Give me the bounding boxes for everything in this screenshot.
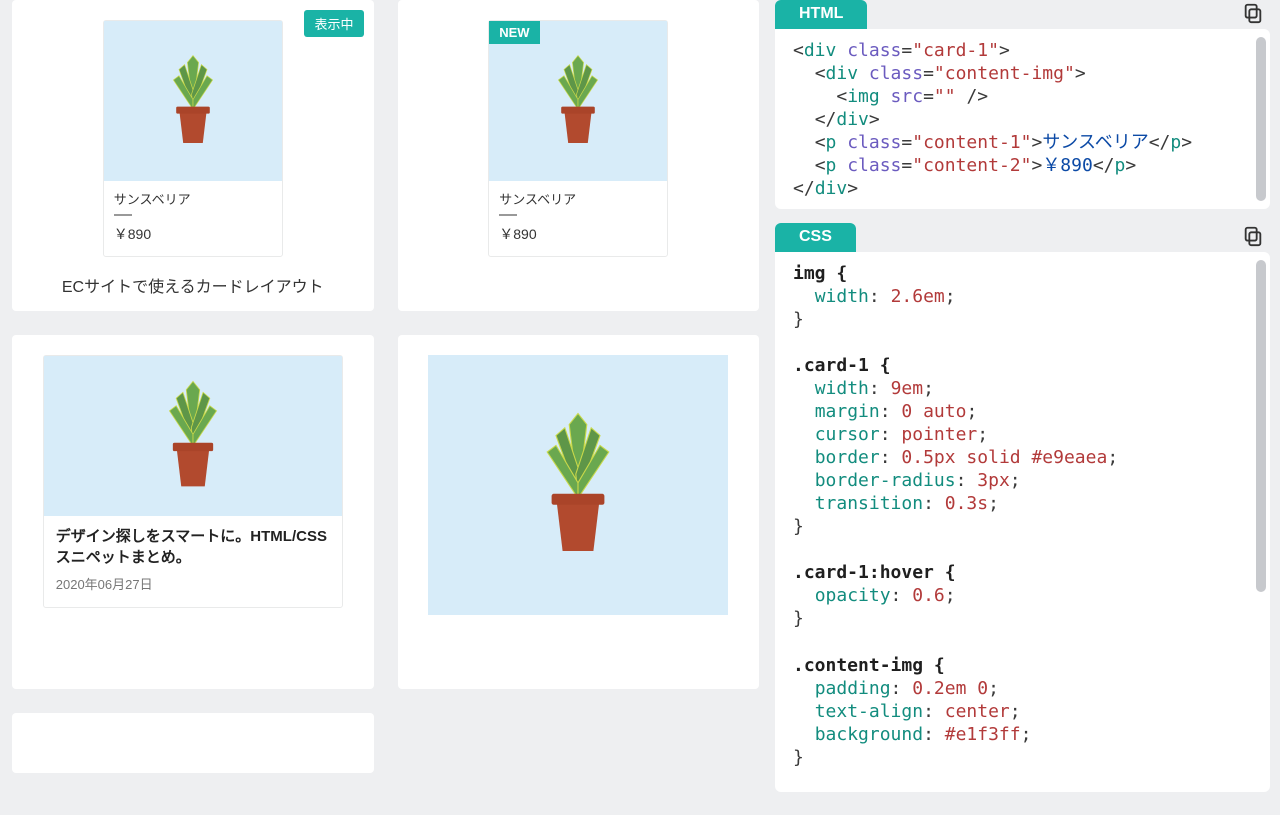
scrollbar-thumb[interactable] [1256,37,1266,201]
ec-card-image: NEW [489,21,667,181]
large-image-card [428,355,728,615]
html-tab: HTML [775,0,867,29]
example-tile-blog-card[interactable]: デザイン探しをスマートに。HTML/CSSスニペットまとめ。 2020年06月2… [12,335,374,689]
divider [499,214,517,216]
ec-card-price: ￥890 [499,224,657,244]
divider [114,214,132,216]
copy-css-button[interactable] [1242,225,1264,247]
blog-card-title: デザイン探しをスマートに。HTML/CSSスニペットまとめ。 [56,526,330,568]
new-ribbon: NEW [489,21,539,44]
html-code: <div class="card-1"> <div class="content… [775,29,1270,212]
example-tile-partial[interactable] [12,713,374,773]
plant-icon [523,405,633,565]
copy-icon [1242,225,1264,247]
css-code: img { width: 2.6em; } .card-1 { width: 9… [775,252,1270,781]
copy-html-button[interactable] [1242,2,1264,24]
showing-badge: 表示中 [304,10,363,37]
css-code-panel: CSS img { width: 2.6em; } .card-1 { widt… [775,223,1270,792]
ec-card-name: サンスベリア [499,189,657,208]
plant-icon [151,377,235,495]
ec-card: NEW サンスベリア ￥890 [488,20,668,257]
plant-icon [158,51,228,151]
blog-card: デザイン探しをスマートに。HTML/CSSスニペットまとめ。 2020年06月2… [43,355,343,608]
plant-icon [543,51,613,151]
example-tile-ec-card-new[interactable]: NEW サンスベリア ￥890 [398,0,760,311]
blog-card-image [44,356,342,516]
ec-card-image [104,21,282,181]
ec-card-price: ￥890 [114,224,272,244]
ec-card: サンスベリア ￥890 [103,20,283,257]
example-tile-ec-card[interactable]: 表示中 サンスベリア ￥890 ECサイトで使えるカードレイアウト [12,0,374,311]
copy-icon [1242,2,1264,24]
blog-card-date: 2020年06月27日 [56,574,330,593]
scrollbar-thumb[interactable] [1256,260,1266,592]
tile-caption: ECサイトで使えるカードレイアウト [62,273,324,297]
css-tab: CSS [775,223,856,252]
example-tile-image-card[interactable] [398,335,760,689]
html-code-panel: HTML <div class="card-1"> <div class="co… [775,0,1270,209]
ec-card-name: サンスベリア [114,189,272,208]
